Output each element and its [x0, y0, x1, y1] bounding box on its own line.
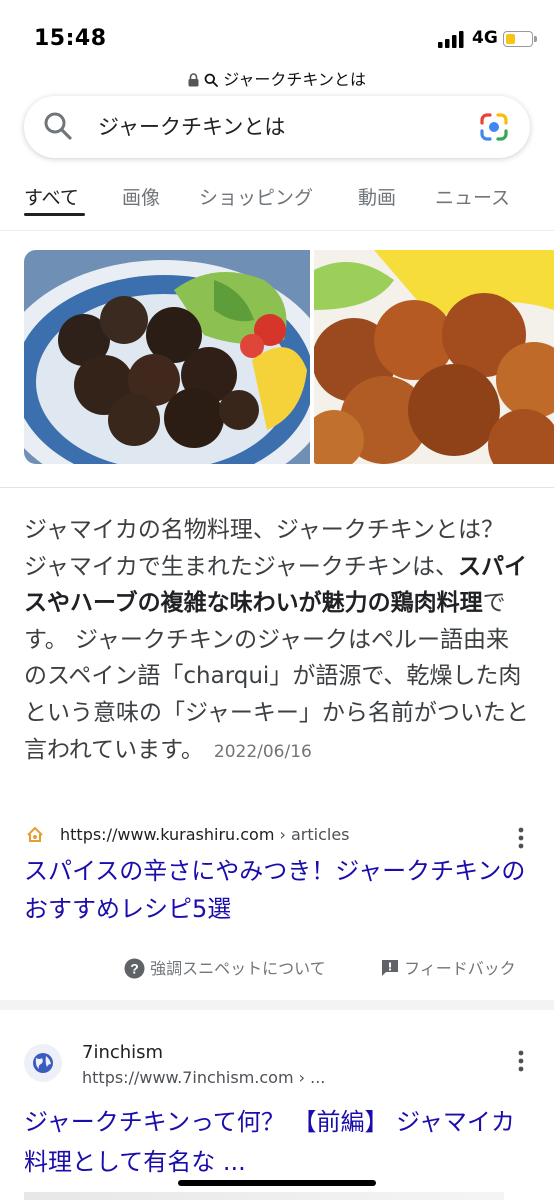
search-icon[interactable]	[42, 110, 74, 142]
section-divider	[0, 487, 554, 488]
source-domain: https://www.kurashiru.com	[60, 825, 275, 844]
more-options-icon[interactable]	[518, 1050, 524, 1072]
kurashiru-favicon	[27, 827, 43, 842]
next-result-peek	[24, 1192, 504, 1200]
signal-icon	[438, 31, 464, 48]
home-indicator[interactable]	[178, 1180, 376, 1186]
search-icon	[204, 73, 219, 87]
tab-images[interactable]: 画像	[122, 183, 160, 210]
address-text: ジャークチキンとは	[223, 70, 366, 89]
tab-all[interactable]: すべて	[24, 183, 79, 210]
network-type: 4G	[472, 28, 498, 48]
battery-cap	[534, 36, 537, 42]
jerk-chicken-image-2[interactable]	[314, 250, 554, 464]
tab-active-indicator	[24, 213, 85, 216]
help-icon: ?	[124, 958, 145, 979]
tabs-divider	[0, 230, 554, 231]
result-title-link[interactable]: ジャークチキンって何？ 【前編】 ジャマイカ料理として有名な ...	[24, 1102, 534, 1182]
snippet-date: 2022/06/16	[213, 741, 312, 762]
svg-text:?: ?	[130, 961, 139, 977]
feedback-icon	[382, 960, 398, 976]
featured-result-title-link[interactable]: スパイスの辛さにやみつき！ジャークチキンのおすすめレシピ5選	[24, 852, 534, 928]
site-name: 7inchism	[82, 1042, 164, 1063]
battery-icon	[503, 31, 533, 47]
address-bar[interactable]: ジャークチキンとは	[0, 66, 554, 90]
source-url[interactable]: https://www.kurashiru.com › articles	[60, 825, 350, 844]
tab-shopping[interactable]: ショッピング	[199, 183, 313, 210]
site-favicon	[24, 1044, 62, 1082]
feedback-label: フィードバック	[404, 959, 516, 978]
result-separator	[0, 1000, 554, 1010]
jerk-chicken-image-1[interactable]	[24, 250, 310, 464]
tab-news[interactable]: ニュース	[435, 183, 510, 210]
featured-snippet-text: ジャマイカの名物料理、ジャークチキンとは？ ジャマイカで生まれたジャークチキンは…	[24, 512, 532, 770]
about-snippets-link[interactable]: ? 強調スニペットについて	[124, 955, 326, 979]
search-input[interactable]: ジャークチキンとは	[98, 111, 285, 141]
lock-icon	[188, 73, 199, 87]
about-snippets-label: 強調スニペットについて	[150, 959, 326, 978]
globe-icon	[33, 1053, 53, 1073]
site-url[interactable]: https://www.7inchism.com › ...	[82, 1068, 325, 1087]
feedback-link[interactable]: フィードバック	[381, 955, 516, 979]
tab-videos[interactable]: 動画	[358, 183, 396, 210]
source-breadcrumb: › articles	[274, 825, 350, 844]
google-lens-icon[interactable]	[478, 111, 510, 143]
more-options-icon[interactable]	[518, 827, 524, 849]
snippet-text: ジャマイカの名物料理、ジャークチキンとは？ ジャマイカで生まれたジャークチキンは…	[24, 517, 505, 580]
status-time: 15:48	[34, 26, 107, 51]
